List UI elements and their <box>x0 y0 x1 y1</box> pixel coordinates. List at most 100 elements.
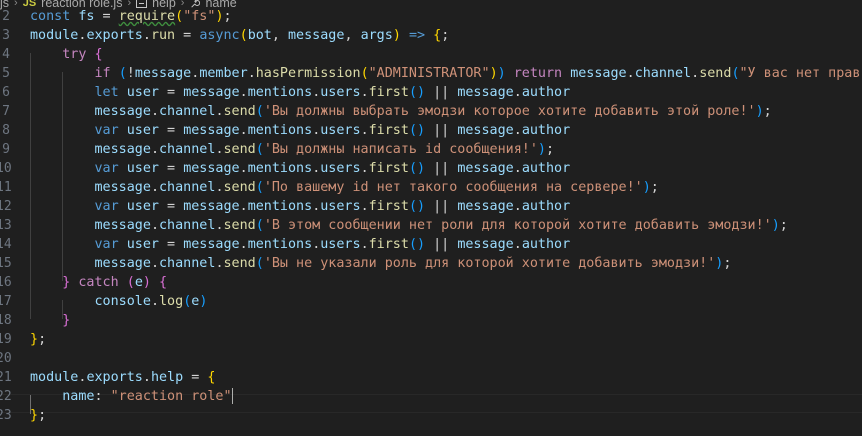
line-number: 8 <box>2 123 10 138</box>
code-token: { <box>207 370 216 385</box>
line-number: 3 <box>2 28 10 43</box>
code-line[interactable]: 14 var user = message.mentions.users.fir… <box>0 235 862 254</box>
code-content: }; <box>30 330 46 349</box>
code-token: . <box>215 218 224 233</box>
code-token: message <box>94 256 151 271</box>
code-token: const <box>30 9 71 24</box>
line-number: 9 <box>2 142 10 157</box>
code-line[interactable]: 17 console.log(e) <box>0 292 862 311</box>
code-token: ; <box>723 256 732 271</box>
code-line[interactable]: 7 message.channel.send('Вы должны выбрат… <box>0 102 862 121</box>
code-line[interactable]: 9 message.channel.send('Вы должны написа… <box>0 140 862 159</box>
code-token: ) <box>642 180 651 195</box>
code-token: first <box>368 237 409 252</box>
code-content: } catch (e) { <box>30 273 167 292</box>
code-token: . <box>150 294 159 309</box>
line-number: 21 <box>0 370 12 385</box>
code-token: ) <box>142 275 151 290</box>
code-line[interactable]: 18 } <box>0 311 862 330</box>
code-line[interactable]: 6 let user = message.mentions.users.firs… <box>0 83 862 102</box>
code-token: let <box>94 85 119 100</box>
code-token: fs <box>78 9 95 24</box>
code-line[interactable]: 11 message.channel.send('По вашему id не… <box>0 178 862 197</box>
code-line[interactable]: 21 module.exports.help = { <box>0 368 862 387</box>
code-content: var user = message.mentions.users.first(… <box>30 197 571 216</box>
code-token: "reaction role" <box>110 389 232 404</box>
code-token: . <box>360 85 369 100</box>
code-token: message <box>457 237 514 252</box>
code-token: , <box>271 28 288 43</box>
code-line[interactable]: 12 var user = message.mentions.users.fir… <box>0 197 862 216</box>
code-token: () <box>408 199 426 214</box>
code-token: . <box>513 161 522 176</box>
code-line[interactable]: 15 message.channel.send('Вы не указали р… <box>0 254 862 273</box>
code-token: = <box>159 85 184 100</box>
code-token: ( <box>255 218 264 233</box>
code-token: first <box>368 161 409 176</box>
code-line[interactable]: 4 try { <box>0 45 862 64</box>
code-token: log <box>159 294 184 309</box>
code-token: . <box>215 180 224 195</box>
code-line[interactable]: 5 if (!message.member.hasPermission("ADM… <box>0 64 862 83</box>
line-number: 10 <box>0 161 12 176</box>
code-line[interactable]: 23}; <box>0 406 862 425</box>
code-content: message.channel.send('Вы должны выбрать … <box>30 102 772 121</box>
code-token: () <box>408 237 426 252</box>
code-content: } <box>30 311 70 330</box>
code-token: mentions <box>247 85 313 100</box>
line-number: 19 <box>0 332 12 347</box>
text-cursor <box>231 388 233 404</box>
code-token: message <box>183 161 240 176</box>
code-token: . <box>239 161 248 176</box>
code-line[interactable]: 10 var user = message.mentions.users.fir… <box>0 159 862 178</box>
code-token: channel <box>159 104 216 119</box>
code-content: let user = message.mentions.users.first(… <box>30 83 571 102</box>
code-token: mentions <box>247 123 313 138</box>
code-token: try <box>62 47 87 62</box>
code-token: message <box>134 66 192 81</box>
code-line[interactable]: 13 message.channel.send('В этом сообщени… <box>0 216 862 235</box>
code-token: . <box>239 237 248 252</box>
code-token: . <box>150 218 159 233</box>
code-editor[interactable]: 2 const fs = require("fs"); 3 module.export… <box>0 7 862 436</box>
code-token: user <box>126 199 159 214</box>
code-line[interactable]: 19}; <box>0 330 862 349</box>
code-token: message <box>570 66 627 81</box>
code-token: ( <box>118 66 127 81</box>
code-token: message <box>94 104 151 119</box>
code-line[interactable]: 16 } catch (e) { <box>0 273 862 292</box>
code-line[interactable]: 3 module.exports.run = async(bot, message… <box>0 26 862 45</box>
code-token: . <box>239 85 248 100</box>
code-token: ( <box>731 66 740 81</box>
code-line[interactable]: 8 var user = message.mentions.users.firs… <box>0 121 862 140</box>
code-token: . <box>239 199 248 214</box>
code-token: || <box>425 123 458 138</box>
code-line[interactable]: 20 <box>0 349 862 368</box>
code-token: var <box>94 161 119 176</box>
line-number: 2 <box>2 9 10 24</box>
code-token: run <box>150 28 176 43</box>
code-token: author <box>521 85 571 100</box>
code-token: send <box>699 66 732 81</box>
code-token: message <box>94 218 151 233</box>
code-token: = <box>94 9 119 24</box>
code-token: ) <box>771 218 780 233</box>
code-token: users <box>320 237 361 252</box>
code-token: . <box>513 237 522 252</box>
code-token: ; <box>38 408 47 423</box>
code-content: if (!message.member.hasPermission("ADMIN… <box>30 64 862 83</box>
line-number: 11 <box>0 180 12 195</box>
code-line[interactable]: 2 const fs = require("fs"); <box>0 7 862 26</box>
code-token: user <box>126 237 159 252</box>
code-token: return <box>513 66 563 81</box>
code-token: , <box>344 28 361 43</box>
code-token: ; <box>38 332 47 347</box>
code-line[interactable]: 22 name: "reaction role" <box>0 387 862 406</box>
